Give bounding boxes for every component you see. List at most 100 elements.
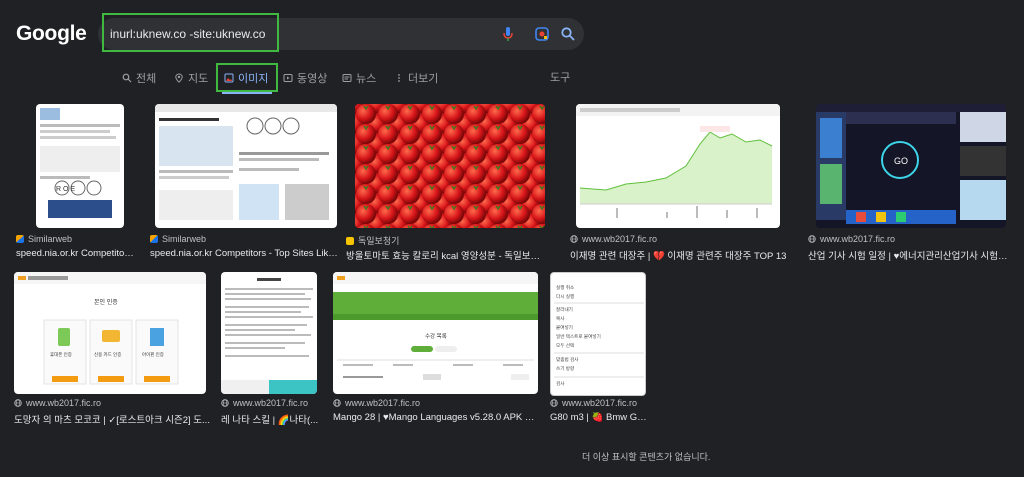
- tab-images[interactable]: 이미지: [224, 69, 268, 87]
- microphone-icon[interactable]: [500, 26, 516, 42]
- google-logo[interactable]: Google: [16, 22, 87, 46]
- menu-item: 모두 선택: [556, 342, 574, 349]
- result-source[interactable]: www.wb2017.fic.ro: [550, 398, 637, 408]
- image-result-card[interactable]: Similarweb speed.nia.or.kr Competitors -…: [150, 104, 338, 264]
- source-name: 독일보청기: [358, 236, 400, 246]
- globe-icon: [808, 235, 816, 243]
- menu-item: 복사: [556, 315, 565, 322]
- image-result-card[interactable]: GO www.wb2017.fic.ro 산업 기사 시험 일정 | ♥에너지관…: [808, 104, 1016, 264]
- result-thumbnail[interactable]: [155, 104, 337, 228]
- similarweb-favicon-icon: [150, 235, 158, 243]
- source-name: www.wb2017.fic.ro: [582, 234, 658, 244]
- verify-option-card: 신용 카드 인증: [94, 351, 121, 358]
- tab-all[interactable]: 전체: [122, 69, 156, 87]
- result-source[interactable]: www.wb2017.fic.ro: [14, 398, 101, 408]
- result-source[interactable]: www.wb2017.fic.ro: [333, 398, 420, 408]
- google-lens-icon[interactable]: [534, 26, 550, 42]
- verify-option-ipin: 아이핀 인증: [142, 351, 164, 358]
- search-bar[interactable]: inurl:uknew.co -site:uknew.co: [98, 13, 584, 52]
- result-thumbnail[interactable]: [355, 104, 545, 228]
- tab-maps[interactable]: 지도: [174, 69, 208, 87]
- source-name: www.wb2017.fic.ro: [233, 398, 309, 408]
- search-icon: [122, 73, 132, 83]
- result-thumbnail[interactable]: GO: [816, 104, 1006, 228]
- source-name: www.wb2017.fic.ro: [820, 234, 896, 244]
- result-thumbnail[interactable]: 실행 취소 다시 실행 잘라내기 복사 붙여넣기 일반 텍스트로 붙여넣기 모두…: [550, 272, 646, 396]
- tomatoes-photo: [355, 104, 545, 228]
- verify-option-phone: 휴대폰 인증: [50, 351, 72, 358]
- mango-title: 수강 목록: [425, 333, 447, 340]
- menu-item: 다시 실행: [556, 293, 574, 300]
- result-title[interactable]: 이재명 관련 대장주 | 💔 이재명 관련주 대장주 TOP 13: [570, 248, 794, 262]
- course-list-graphic: 수강 목록: [333, 272, 538, 380]
- globe-icon: [550, 399, 558, 407]
- source-name: www.wb2017.fic.ro: [345, 398, 421, 408]
- tools-button[interactable]: 도구: [550, 69, 570, 85]
- search-input[interactable]: inurl:uknew.co -site:uknew.co: [110, 27, 265, 41]
- source-name: Similarweb: [162, 234, 207, 244]
- image-icon: [224, 73, 234, 83]
- result-title[interactable]: speed.nia.or.kr Competitors ...: [16, 248, 136, 259]
- roe-label: R O E: [56, 186, 75, 193]
- globe-icon: [333, 399, 341, 407]
- image-result-card[interactable]: 독일보청기 방울토마토 효능 칼로리 kcal 영양성분 - 독일보청기: [346, 104, 546, 264]
- tab-label: 지도: [188, 73, 209, 85]
- document-thumbnail-graphic: R O E: [40, 108, 120, 218]
- result-title[interactable]: G80 m3 | 🍓 Bmw G80 ...: [550, 412, 650, 423]
- result-source[interactable]: Similarweb: [16, 234, 72, 244]
- image-result-card[interactable]: 본인 인증 휴대폰 인증 신용 카드 인증 아이핀 인증 www.wb2017.…: [14, 272, 210, 432]
- tab-label: 동영상: [297, 73, 328, 85]
- tab-more[interactable]: 더보기: [394, 69, 438, 87]
- image-result-card[interactable]: 수강 목록 www.wb2017.fic.ro Mango 28 | ♥Mang…: [333, 272, 539, 432]
- verify-title: 본인 인증: [94, 299, 118, 306]
- result-source[interactable]: 독일보청기: [346, 234, 399, 247]
- tab-label: 더보기: [408, 73, 439, 85]
- source-name: www.wb2017.fic.ro: [562, 398, 638, 408]
- document-thumbnail-graphic: [221, 278, 317, 394]
- map-pin-icon: [175, 73, 183, 83]
- result-thumbnail[interactable]: [576, 104, 780, 228]
- go-label: GO: [894, 156, 908, 166]
- active-tab-indicator: [222, 92, 272, 94]
- search-icon[interactable]: [560, 26, 576, 42]
- result-title[interactable]: 방울토마토 효능 칼로리 kcal 영양성분 - 독일보청기: [346, 248, 546, 262]
- article-thumbnail-graphic: [155, 104, 337, 220]
- video-icon: [283, 74, 293, 82]
- result-source[interactable]: www.wb2017.fic.ro: [570, 234, 657, 244]
- image-result-card[interactable]: www.wb2017.fic.ro 이재명 관련 대장주 | 💔 이재명 관련주…: [570, 104, 794, 264]
- globe-icon: [570, 235, 578, 243]
- stock-chart-graphic: [576, 104, 780, 218]
- image-result-card[interactable]: www.wb2017.fic.ro 레 나타 스킬 | 🌈나타(...: [221, 272, 321, 432]
- tab-news[interactable]: 뉴스: [342, 69, 376, 87]
- menu-item: 검사: [556, 380, 565, 387]
- image-result-card[interactable]: R O E Similarweb speed.nia.or.kr Competi…: [16, 104, 136, 264]
- menu-item: 잘라내기: [556, 306, 573, 313]
- more-vert-icon: [398, 74, 400, 82]
- similarweb-favicon-icon: [16, 235, 24, 243]
- result-title[interactable]: 산업 기사 시험 일정 | ♥에너지관리산업기사 시험일정 ...: [808, 248, 1016, 262]
- news-icon: [342, 74, 352, 82]
- image-result-card[interactable]: 실행 취소 다시 실행 잘라내기 복사 붙여넣기 일반 텍스트로 붙여넣기 모두…: [550, 272, 650, 432]
- result-title[interactable]: 도망자 의 마츠 모코코 | ✓[로스트아크 시즌2] 도...: [14, 412, 210, 426]
- result-thumbnail[interactable]: 수강 목록: [333, 272, 538, 394]
- globe-icon: [221, 399, 229, 407]
- globe-icon: [14, 399, 22, 407]
- site-favicon-icon: [346, 236, 354, 245]
- result-title[interactable]: speed.nia.or.kr Competitors - Top Sites …: [150, 248, 338, 259]
- result-thumbnail[interactable]: [221, 272, 317, 394]
- result-title[interactable]: 레 나타 스킬 | 🌈나타(...: [221, 412, 321, 426]
- tab-label: 전체: [136, 73, 157, 85]
- menu-item: 쓰기 방향: [556, 365, 575, 372]
- result-thumbnail[interactable]: 본인 인증 휴대폰 인증 신용 카드 인증 아이핀 인증: [14, 272, 206, 394]
- result-source[interactable]: www.wb2017.fic.ro: [221, 398, 308, 408]
- result-thumbnail[interactable]: R O E: [36, 104, 124, 228]
- tab-videos[interactable]: 동영상: [283, 69, 327, 87]
- menu-item: 일반 텍스트로 붙여넣기: [556, 333, 601, 340]
- tab-label: 뉴스: [356, 73, 377, 85]
- result-source[interactable]: Similarweb: [150, 234, 206, 244]
- context-menu-graphic: 실행 취소 다시 실행 잘라내기 복사 붙여넣기 일반 텍스트로 붙여넣기 모두…: [554, 284, 644, 387]
- tab-label: 이미지: [238, 73, 269, 85]
- result-title[interactable]: Mango 28 | ♥Mango Languages v5.28.0 APK …: [333, 412, 539, 423]
- result-source[interactable]: www.wb2017.fic.ro: [808, 234, 895, 244]
- menu-item: 맞춤법 검사: [556, 356, 579, 363]
